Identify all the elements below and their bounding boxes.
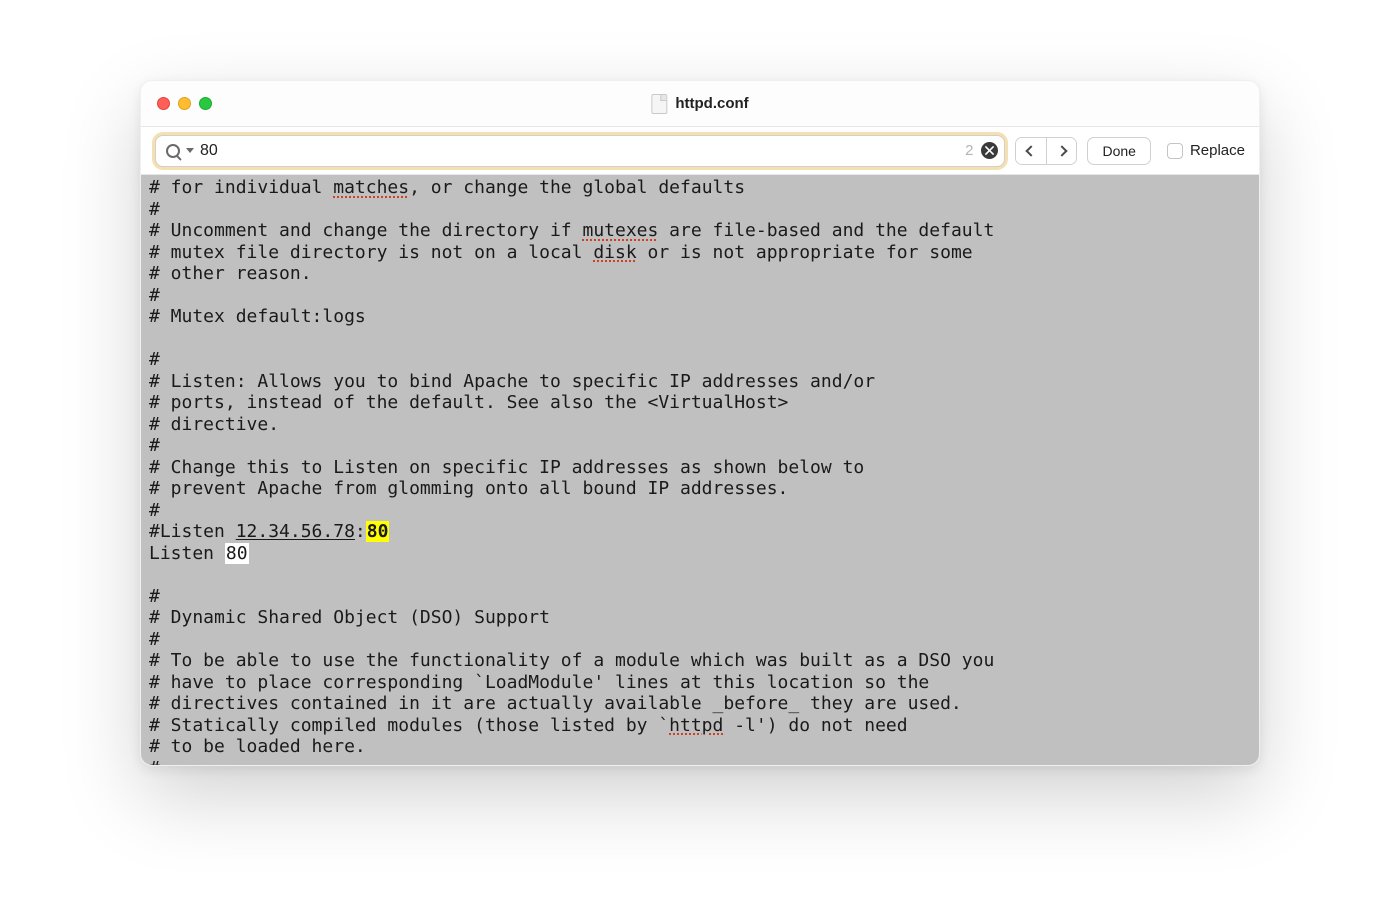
window-title: httpd.conf [675,95,748,112]
replace-toggle: Replace [1167,142,1245,159]
zoom-window-button[interactable] [199,97,212,110]
find-bar: 2 Done Replace [141,127,1259,175]
search-input[interactable] [200,142,959,160]
chevron-left-icon [1026,145,1037,156]
minimize-window-button[interactable] [178,97,191,110]
done-button[interactable]: Done [1087,137,1150,165]
search-options-chevron-icon[interactable] [186,148,194,153]
search-icon [166,144,180,158]
clear-search-button[interactable] [981,142,998,159]
close-window-button[interactable] [157,97,170,110]
find-next-button[interactable] [1046,138,1076,164]
traffic-lights [157,97,212,110]
match-count: 2 [965,142,975,159]
chevron-right-icon [1056,145,1067,156]
titlebar: httpd.conf [141,81,1259,127]
text-edit-window: httpd.conf 2 Done Replace # for individu… [140,80,1260,766]
find-previous-button[interactable] [1016,138,1046,164]
replace-checkbox[interactable] [1167,143,1183,159]
replace-label: Replace [1190,142,1245,159]
find-nav-group [1015,137,1077,165]
title-center: httpd.conf [651,94,748,114]
document-icon [651,94,667,114]
search-field-wrap[interactable]: 2 [155,135,1005,167]
editor-content[interactable]: # for individual matches, or change the … [141,175,1259,765]
